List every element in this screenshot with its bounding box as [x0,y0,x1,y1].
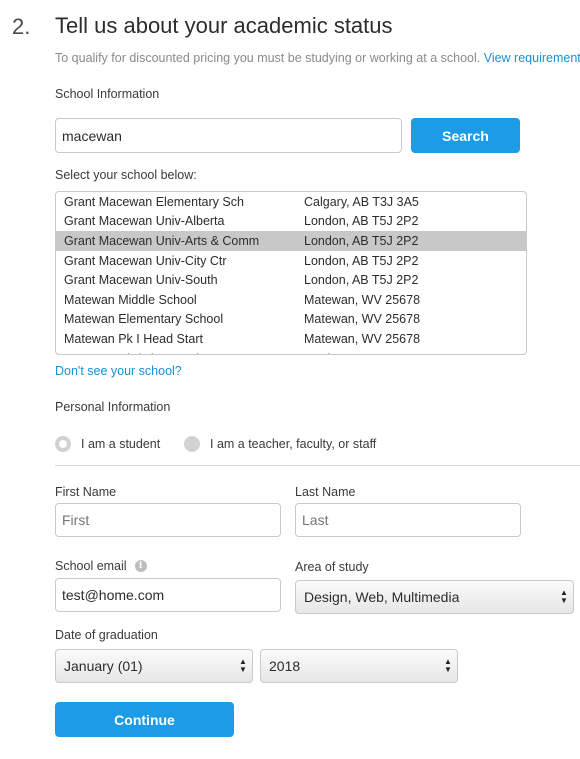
school-result-row[interactable]: Matewan Middle School Matewan, WV 25678 [56,290,526,310]
continue-button[interactable]: Continue [55,702,234,737]
section-divider [55,465,580,466]
school-search-input[interactable] [55,118,402,153]
last-name-label: Last Name [295,485,356,499]
school-result-row[interactable]: Matewan Christian AcademyNorth Matewan, … [56,349,526,354]
info-icon[interactable]: i [134,560,147,572]
school-result-row[interactable]: Grant Macewan Univ-South London, AB T5J 2… [56,270,526,290]
role-teacher-option[interactable]: I am a teacher, faculty, or staff [184,436,376,452]
graduation-month-value: January (01) [64,658,143,674]
student-radio[interactable] [55,436,71,452]
area-of-study-label: Area of study [295,560,369,574]
school-info-label: School Information [55,87,160,101]
teacher-radio[interactable] [184,436,200,452]
updown-arrows-icon: ▲ ▼ [560,588,568,605]
school-location: Matewan, WV 25678 [304,312,421,327]
school-location: Matewan, WV 25678 [304,292,421,307]
dont-see-school-link[interactable]: Don't see your school? [55,364,182,378]
school-name: Matewan Elementary School [64,312,224,327]
school-result-row[interactable]: Matewan Pk I Head Start Matewan, WV 25678 [56,329,526,349]
page-title: Tell us about your academic status [55,13,393,38]
graduation-year-select[interactable]: 2018 ▲ ▼ [260,649,458,683]
school-name: Grant Macewan Univ-South [64,273,218,288]
role-student-option[interactable]: I am a student [55,436,160,452]
school-location: London, AB T5J 2P2 [304,233,419,248]
school-result-row[interactable]: Grant Macewan Elementary Sch Calgary, AB … [56,192,526,212]
search-button[interactable]: Search [411,118,520,153]
graduation-month-select[interactable]: January (01) ▲ ▼ [55,649,253,683]
student-radio-label: I am a student [81,437,161,451]
area-of-study-select[interactable]: Design, Web, Multimedia ▲ ▼ [295,580,574,614]
school-location: Matewan, WV 25678 [304,331,421,346]
school-name: Grant Macewan Univ-Alberta [64,214,225,229]
school-name: Grant Macewan Elementary Sch [64,194,244,209]
first-name-label: First Name [55,485,117,499]
subtitle-text: To qualify for discounted pricing you mu… [55,51,481,65]
page-subtitle: To qualify for discounted pricing you mu… [55,51,580,65]
graduation-year-value: 2018 [269,658,301,674]
area-of-study-value: Design, Web, Multimedia [304,589,460,605]
school-location: North Matewan, WV 25688 [304,352,526,354]
personal-info-label: Personal Information [55,400,171,414]
school-name: Matewan Christian Academy [56,352,304,354]
school-result-row[interactable]: Matewan Elementary School Matewan, WV 256… [56,310,526,330]
school-name: Matewan Middle School [64,292,197,307]
school-name: Matewan Pk I Head Start [64,331,203,346]
school-location: London, AB T5J 2P2 [304,273,419,288]
view-requirements-link[interactable]: View requirements [484,51,580,65]
updown-arrows-icon: ▲ ▼ [444,657,452,674]
school-location: London, AB T5J 2P2 [304,214,419,229]
school-name: Grant Macewan Univ-Arts & Comm [64,233,260,248]
school-results-list[interactable]: Grant Macewan Elementary Sch Calgary, AB … [55,191,527,355]
graduation-date-label: Date of graduation [55,628,158,642]
school-result-row[interactable]: Grant Macewan Univ-City Ctr London, AB T5… [56,251,526,271]
teacher-radio-label: I am a teacher, faculty, or staff [210,437,377,451]
last-name-input[interactable] [295,503,521,537]
school-result-row[interactable]: Grant Macewan Univ-Arts & Comm London, AB… [56,231,526,251]
first-name-input[interactable] [55,503,281,537]
school-email-label-row: School email i [55,559,147,573]
updown-arrows-icon: ▲ ▼ [239,657,247,674]
step-number: 2. [12,14,31,39]
select-school-label: Select your school below: [55,168,197,182]
school-email-input[interactable] [55,578,281,612]
school-email-label: School email [55,559,127,573]
school-location: Calgary, AB T3J 3A5 [304,194,419,209]
school-result-row[interactable]: Grant Macewan Univ-Alberta London, AB T5J… [56,212,526,232]
school-location: London, AB T5J 2P2 [304,253,419,268]
school-name: Grant Macewan Univ-City Ctr [64,253,227,268]
